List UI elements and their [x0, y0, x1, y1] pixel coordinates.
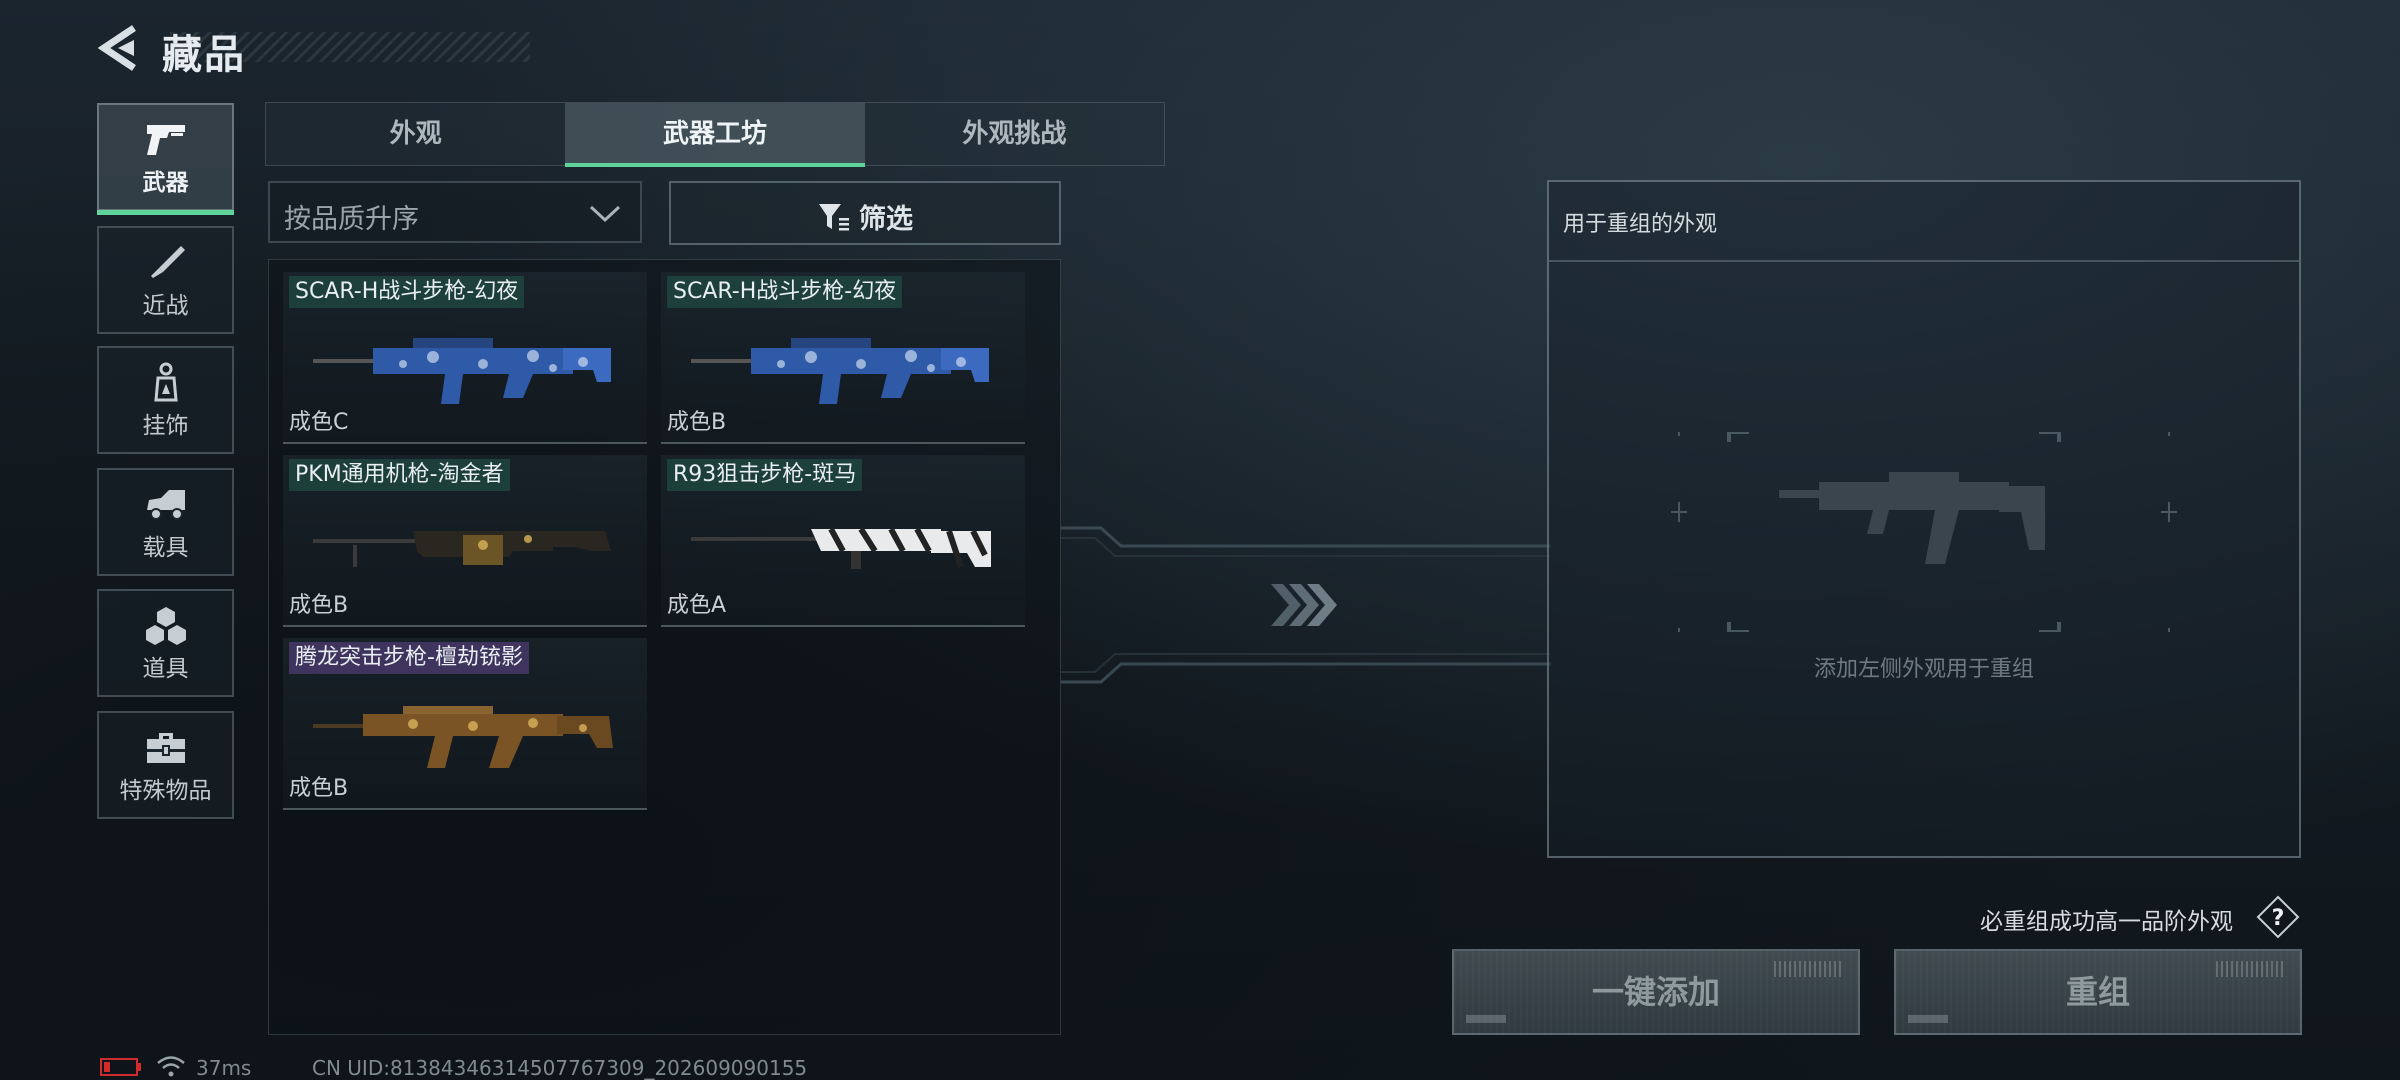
button-decoration [2216, 961, 2286, 977]
help-icon[interactable]: ? [2256, 895, 2300, 939]
recombine-button[interactable]: 重组 [1894, 949, 2302, 1035]
skin-grade: 成色B [667, 410, 727, 435]
pistol-icon [146, 125, 185, 155]
svg-text:?: ? [2272, 906, 2285, 931]
tab-weapon-workshop[interactable]: 武器工坊 [565, 103, 865, 167]
nav-item-props[interactable]: 道具 [97, 589, 234, 697]
nav-item-weapons[interactable]: 武器 [97, 103, 234, 215]
sort-dropdown[interactable]: 按品质升序 [268, 181, 642, 243]
nav-item-special[interactable]: 特殊物品 [97, 711, 234, 819]
recombine-header: 用于重组的外观 [1549, 182, 2299, 262]
skin-card[interactable]: PKM通用机枪-淘金者 成色B [283, 455, 647, 627]
add-all-button[interactable]: 一键添加 [1452, 949, 1860, 1035]
flow-connector [1061, 526, 1551, 684]
scar-h-blue-camo-image [313, 338, 611, 404]
rifle-silhouette-icon [1779, 472, 2045, 564]
skin-card[interactable]: R93狙击步枪-斑马 成色A [661, 455, 1025, 627]
button-decoration [1908, 1015, 1948, 1023]
tenglong-gold-image [313, 706, 613, 768]
skin-name: 腾龙突击步枪-檀劫铳影 [289, 642, 529, 674]
skin-list: SCAR-H战斗步枪-幻夜 成色C SCAR-H战斗步枪-幻夜 成色B PKM通… [268, 259, 1061, 1035]
toolbox-icon [146, 733, 185, 763]
skin-name: PKM通用机枪-淘金者 [289, 459, 510, 491]
filter-icon [819, 203, 849, 230]
charm-icon [153, 362, 178, 402]
pkm-gold-image [313, 531, 611, 567]
vehicle-icon [146, 490, 185, 520]
scar-h-blue-camo-image [691, 338, 989, 404]
skin-grade: 成色A [667, 593, 727, 618]
skin-grade: 成色B [289, 593, 349, 618]
empty-slot-placeholder [1671, 432, 2177, 632]
battery-icon [100, 1058, 141, 1076]
button-decoration [1774, 961, 1844, 977]
skin-grade: 成色C [289, 410, 349, 435]
add-all-label: 一键添加 [1591, 973, 1720, 1011]
tab-appearance-challenge[interactable]: 外观挑战 [865, 103, 1164, 165]
skin-name: SCAR-H战斗步枪-幻夜 [667, 276, 903, 308]
skin-card[interactable]: SCAR-H战斗步枪-幻夜 成色C [283, 272, 647, 444]
guarantee-text: 必重组成功高一品阶外观 [1980, 909, 2233, 935]
page-title: 藏品 [162, 32, 246, 78]
nav-item-melee[interactable]: 近战 [97, 226, 234, 334]
knife-icon [150, 246, 185, 278]
back-arrow-icon[interactable] [98, 24, 142, 72]
filter-button[interactable]: 筛选 [669, 181, 1061, 245]
sort-label: 按品质升序 [284, 204, 419, 235]
skin-name: R93狙击步枪-斑马 [667, 459, 863, 491]
filter-label: 筛选 [859, 204, 913, 235]
wifi-icon [157, 1056, 185, 1077]
recombine-label: 重组 [2065, 973, 2130, 1011]
skin-name: SCAR-H战斗步枪-幻夜 [289, 276, 525, 308]
ping-readout: 37ms [196, 1056, 252, 1080]
recombine-panel: 用于重组的外观 添加左侧外观用于重组 [1547, 180, 2301, 858]
skin-card[interactable]: SCAR-H战斗步枪-幻夜 成色B [661, 272, 1025, 444]
category-tabs: 外观 武器工坊 外观挑战 [265, 102, 1165, 167]
skin-grade: 成色B [289, 776, 349, 801]
nav-item-charms[interactable]: 挂饰 [97, 346, 234, 454]
skin-card[interactable]: 腾龙突击步枪-檀劫铳影 成色B [283, 638, 647, 810]
nav-item-vehicles[interactable]: 载具 [97, 468, 234, 576]
uid-readout: CN UID:81384346314507767309_202609090155 [312, 1056, 808, 1080]
recombine-hint: 添加左侧外观用于重组 [1813, 657, 2034, 682]
forward-chevrons-icon [1271, 584, 1337, 626]
r93-zebra-image [691, 527, 991, 569]
recombine-title: 用于重组的外观 [1563, 212, 1718, 237]
tab-appearance[interactable]: 外观 [266, 103, 565, 165]
chevron-down-icon [589, 205, 621, 223]
props-icon [145, 607, 186, 645]
button-decoration [1466, 1015, 1506, 1023]
